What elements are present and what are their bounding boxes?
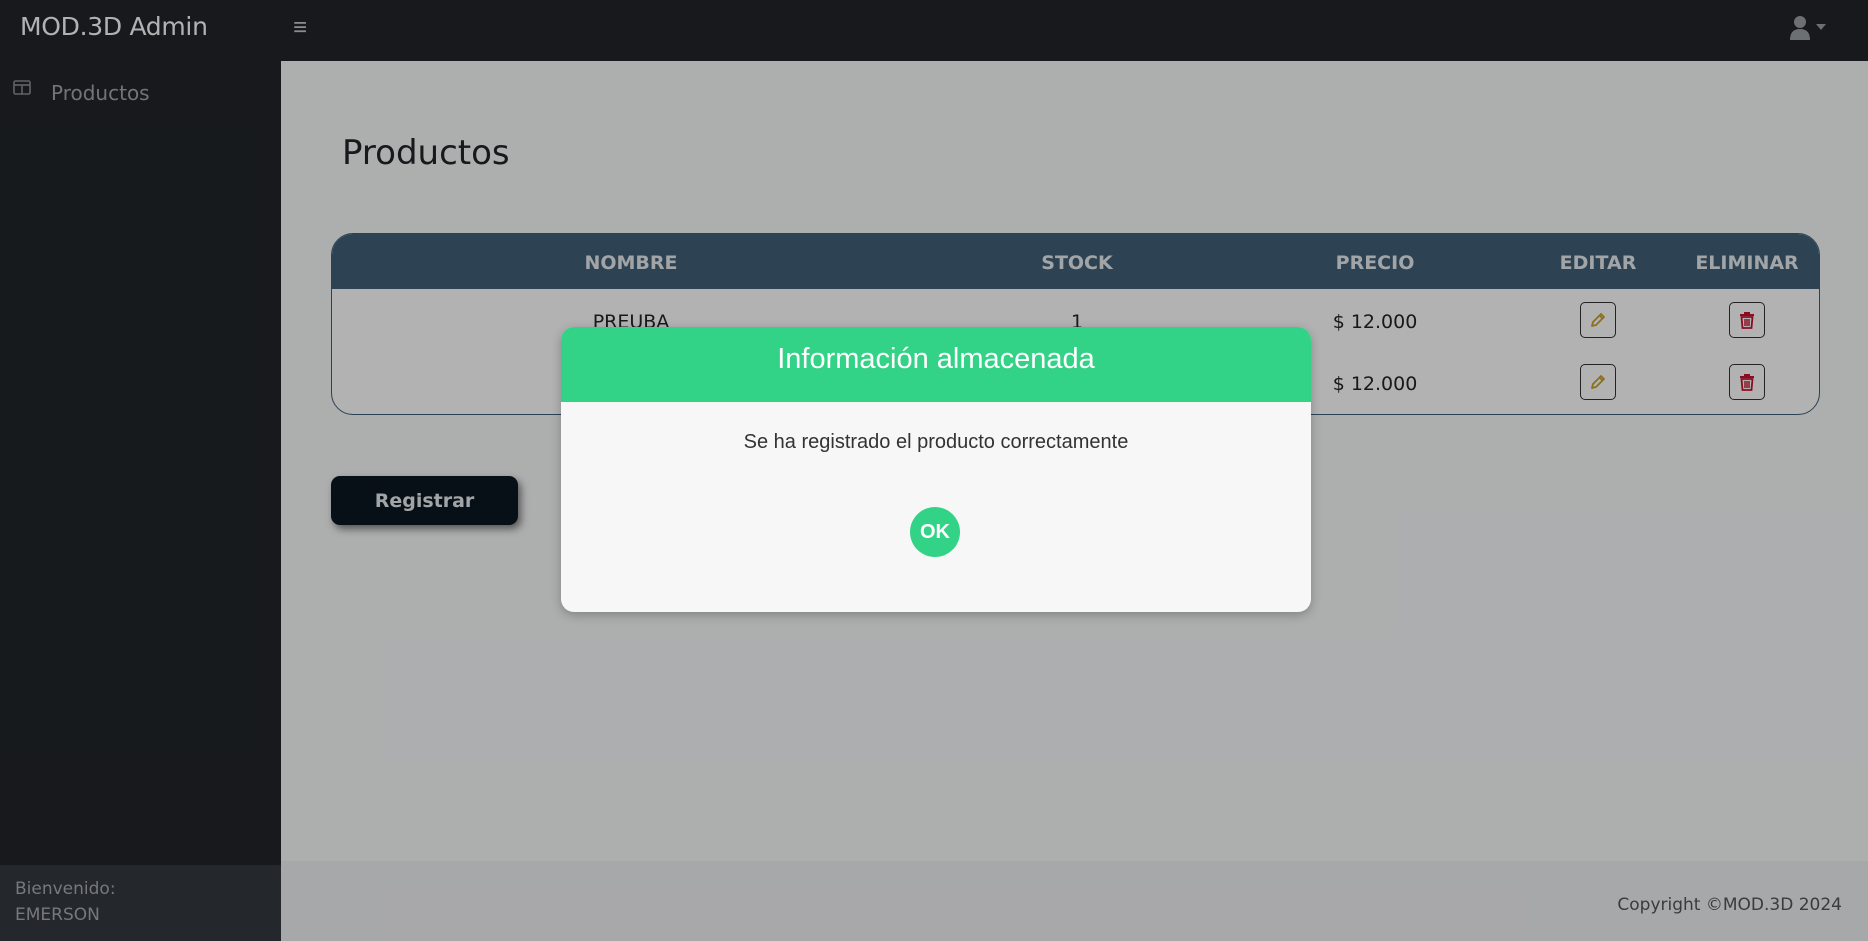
dialog-title: Información almacenada bbox=[777, 343, 1095, 375]
dialog-header: Información almacenada bbox=[561, 327, 1311, 402]
success-dialog: Información almacenada Se ha registrado … bbox=[561, 327, 1311, 612]
ok-button[interactable]: OK bbox=[910, 507, 960, 557]
dialog-message: Se ha registrado el producto correctamen… bbox=[743, 431, 1129, 453]
